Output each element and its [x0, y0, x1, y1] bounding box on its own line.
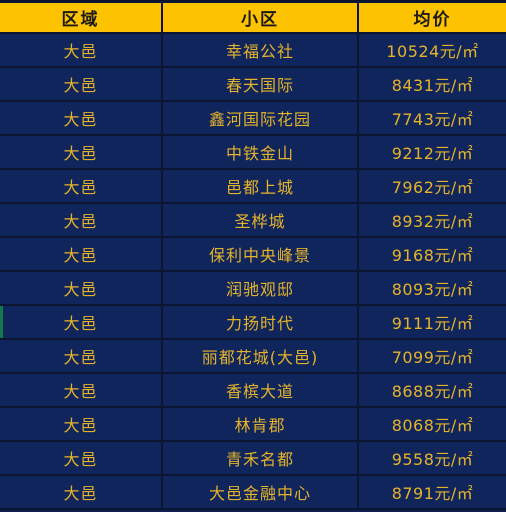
header-row: 区域 小区 均价 [0, 0, 506, 34]
table-row[interactable]: 大邑 邑都上城 7962元/㎡ [0, 168, 506, 204]
table-row[interactable]: 大邑 保利中央峰景 9168元/㎡ [0, 236, 506, 272]
cell-region: 大邑 [0, 338, 163, 374]
cell-estate[interactable]: 幸福公社 [161, 32, 359, 68]
cell-estate[interactable]: 圣桦城 [161, 202, 359, 238]
cell-region: 大邑 [0, 134, 163, 170]
table-row[interactable]: 大邑 力扬时代 9111元/㎡ [0, 304, 506, 340]
cell-region: 大邑 [0, 32, 163, 68]
cell-estate[interactable]: 力扬时代 [161, 304, 359, 340]
table-row[interactable]: 大邑 鑫河国际花园 7743元/㎡ [0, 100, 506, 136]
table-row[interactable]: 大邑 香槟大道 8688元/㎡ [0, 372, 506, 408]
cell-estate[interactable]: 林肯郡 [161, 406, 359, 442]
cell-price: 7743元/㎡ [357, 100, 506, 136]
cell-price: 8093元/㎡ [357, 270, 506, 306]
cell-price: 7099元/㎡ [357, 338, 506, 374]
cell-estate[interactable]: 鑫河国际花园 [161, 100, 359, 136]
table-row[interactable]: 大邑 春天国际 8431元/㎡ [0, 66, 506, 102]
cell-estate[interactable]: 邑都上城 [161, 168, 359, 204]
cell-price: 9111元/㎡ [357, 304, 506, 340]
table-row[interactable]: 大邑 丽都花城(大邑) 7099元/㎡ [0, 338, 506, 374]
cell-price: 9558元/㎡ [357, 440, 506, 476]
cell-estate[interactable]: 中铁金山 [161, 134, 359, 170]
cell-region: 大邑 [0, 168, 163, 204]
cell-price: 8791元/㎡ [357, 474, 506, 510]
table-header: 区域 小区 均价 [0, 0, 506, 34]
column-header-region: 区域 [0, 0, 163, 34]
cell-price: 9212元/㎡ [357, 134, 506, 170]
price-table-container: 区域 小区 均价 大邑 幸福公社 10524元/㎡ 大邑 春天国际 8431元/㎡ 大邑 鑫河… [0, 0, 506, 512]
cell-region: 大邑 [0, 236, 163, 272]
table-row[interactable]: 大邑 青禾名都 9558元/㎡ [0, 440, 506, 476]
column-header-estate: 小区 [161, 0, 359, 34]
table-row[interactable]: 大邑 中铁金山 9212元/㎡ [0, 134, 506, 170]
cell-region: 大邑 [0, 202, 163, 238]
cell-region: 大邑 [0, 406, 163, 442]
cell-region: 大邑 [0, 474, 163, 510]
table-row[interactable]: 大邑 幸福公社 10524元/㎡ [0, 32, 506, 68]
table-body: 大邑 幸福公社 10524元/㎡ 大邑 春天国际 8431元/㎡ 大邑 鑫河国际花园 7743元… [0, 32, 506, 510]
table-row[interactable]: 大邑 林肯郡 8068元/㎡ [0, 406, 506, 442]
cell-region: 大邑 [0, 270, 163, 306]
cell-region: 大邑 [0, 372, 163, 408]
column-header-price: 均价 [357, 0, 506, 34]
cell-price: 8431元/㎡ [357, 66, 506, 102]
table-row[interactable]: 大邑 大邑金融中心 8791元/㎡ [0, 474, 506, 510]
cell-price: 10524元/㎡ [357, 32, 506, 68]
cell-region: 大邑 [0, 66, 163, 102]
cell-estate[interactable]: 丽都花城(大邑) [161, 338, 359, 374]
cell-price: 9168元/㎡ [357, 236, 506, 272]
cell-region: 大邑 [0, 440, 163, 476]
cell-region: 大邑 [0, 100, 163, 136]
table-row[interactable]: 大邑 圣桦城 8932元/㎡ [0, 202, 506, 238]
cell-region: 大邑 [0, 304, 163, 340]
cell-price: 7962元/㎡ [357, 168, 506, 204]
table-row[interactable]: 大邑 润驰观邸 8093元/㎡ [0, 270, 506, 306]
average-price-table: 区域 小区 均价 大邑 幸福公社 10524元/㎡ 大邑 春天国际 8431元/㎡ 大邑 鑫河… [0, 0, 506, 510]
cell-estate[interactable]: 青禾名都 [161, 440, 359, 476]
cell-estate[interactable]: 保利中央峰景 [161, 236, 359, 272]
cell-price: 8688元/㎡ [357, 372, 506, 408]
cell-estate[interactable]: 春天国际 [161, 66, 359, 102]
cell-price: 8068元/㎡ [357, 406, 506, 442]
cell-estate[interactable]: 大邑金融中心 [161, 474, 359, 510]
cell-estate[interactable]: 润驰观邸 [161, 270, 359, 306]
cell-price: 8932元/㎡ [357, 202, 506, 238]
cell-estate[interactable]: 香槟大道 [161, 372, 359, 408]
